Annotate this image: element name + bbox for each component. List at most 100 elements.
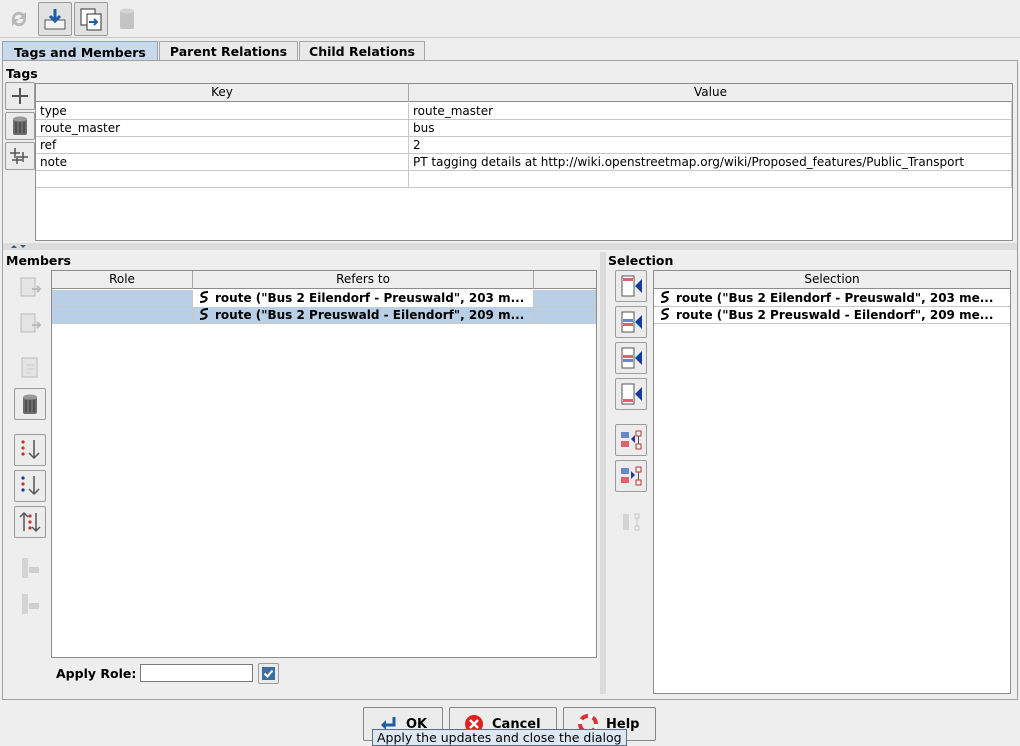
trash-icon bbox=[23, 394, 37, 414]
tag-value-cell[interactable] bbox=[409, 171, 1012, 188]
tab-child-relations[interactable]: Child Relations bbox=[299, 41, 425, 61]
download-save-icon bbox=[44, 9, 66, 30]
member-linkage-cell bbox=[534, 307, 596, 324]
download-member-icon bbox=[22, 594, 39, 614]
member-refers-cell[interactable]: route ("Bus 2 Eilendorf - Preuswald", 20… bbox=[193, 290, 534, 307]
apply-role-button[interactable] bbox=[258, 663, 279, 684]
selection-section-title: Selection bbox=[608, 253, 674, 268]
tags-table-header: Key Value bbox=[36, 84, 1012, 102]
checkmark-icon bbox=[262, 667, 275, 680]
add-at-end-icon bbox=[621, 383, 642, 405]
tag-value-cell[interactable]: bus bbox=[409, 120, 1012, 137]
member-linkage-cell bbox=[534, 290, 596, 307]
add-tag-button[interactable] bbox=[5, 82, 35, 110]
plus-icon bbox=[12, 88, 28, 104]
edit-member-button[interactable] bbox=[14, 352, 46, 384]
sort-below-button[interactable] bbox=[14, 470, 46, 502]
tags-section-title: Tags bbox=[6, 66, 38, 81]
sort-button[interactable] bbox=[14, 434, 46, 466]
tag-key-cell[interactable] bbox=[36, 171, 409, 188]
table-row[interactable]: type route_master bbox=[36, 103, 1012, 120]
tag-key-cell[interactable]: ref bbox=[36, 137, 409, 154]
add-selected-after-button[interactable] bbox=[615, 342, 647, 374]
download-selected-members-button[interactable] bbox=[14, 588, 46, 620]
column-linkage bbox=[534, 271, 596, 289]
relation-route-icon bbox=[660, 291, 670, 303]
duplicate-button[interactable] bbox=[74, 2, 108, 36]
column-refers-to: Refers to bbox=[193, 271, 534, 289]
add-before-icon bbox=[621, 311, 642, 333]
column-selection: Selection bbox=[804, 272, 860, 286]
delete-relation-button[interactable] bbox=[110, 2, 144, 36]
table-row[interactable]: ref 2 bbox=[36, 137, 1012, 154]
refresh-button[interactable] bbox=[2, 2, 36, 36]
paste-tags-button[interactable] bbox=[5, 142, 35, 170]
relation-route-icon bbox=[199, 308, 209, 320]
toolbar bbox=[0, 0, 1020, 38]
download-member-icon bbox=[22, 558, 39, 578]
gap-icon bbox=[623, 513, 640, 531]
tag-value-cell[interactable]: 2 bbox=[409, 137, 1012, 154]
zoom-to-gap-button[interactable] bbox=[615, 506, 647, 538]
tag-key-cell[interactable]: route_master bbox=[36, 120, 409, 137]
column-role: Role bbox=[52, 271, 193, 289]
table-row[interactable]: route_master bus bbox=[36, 120, 1012, 137]
select-primitives-icon bbox=[621, 466, 642, 486]
member-refers-cell[interactable]: route ("Bus 2 Preuswald - Eilendorf", 20… bbox=[193, 307, 534, 324]
members-table-header: Role Refers to bbox=[52, 271, 596, 289]
duplicate-icon bbox=[80, 8, 102, 31]
members-section-title: Members bbox=[6, 253, 71, 268]
selection-cell[interactable]: route ("Bus 2 Eilendorf - Preuswald", 20… bbox=[654, 290, 1010, 307]
tags-table: Key Value type route_master route_master… bbox=[35, 83, 1013, 241]
ok-tooltip: Apply the updates and close the dialog bbox=[372, 729, 627, 746]
selection-table: Selection route ("Bus 2 Eilendorf - Preu… bbox=[653, 270, 1011, 694]
refresh-icon bbox=[11, 11, 27, 27]
add-at-start-icon bbox=[621, 275, 642, 297]
members-table: Role Refers to route ("Bus 2 Eilendorf -… bbox=[51, 270, 597, 658]
reverse-button[interactable] bbox=[14, 506, 46, 538]
tag-value-cell[interactable]: PT tagging details at http://wiki.openst… bbox=[409, 154, 1012, 171]
member-role-cell[interactable] bbox=[52, 307, 193, 324]
table-row[interactable]: note PT tagging details at http://wiki.o… bbox=[36, 154, 1012, 171]
tab-tags-and-members[interactable]: Tags and Members bbox=[2, 41, 158, 62]
column-key: Key bbox=[36, 84, 409, 102]
tab-parent-relations[interactable]: Parent Relations bbox=[159, 41, 298, 61]
member-role-cell[interactable] bbox=[52, 290, 193, 307]
horizontal-splitter[interactable] bbox=[3, 243, 1017, 250]
trash-icon bbox=[13, 116, 27, 135]
selection-cell[interactable]: route ("Bus 2 Preuswald - Eilendorf", 20… bbox=[654, 307, 1010, 324]
select-members-icon bbox=[621, 430, 642, 450]
download-members-button[interactable] bbox=[14, 552, 46, 584]
collapse-arrows-icon bbox=[11, 245, 26, 248]
table-row-empty[interactable] bbox=[36, 171, 1012, 188]
select-primitives-button[interactable] bbox=[615, 460, 647, 492]
relation-route-icon bbox=[660, 308, 670, 320]
table-row[interactable]: route ("Bus 2 Eilendorf - Preuswald", 20… bbox=[52, 290, 596, 307]
apply-role-input[interactable] bbox=[140, 664, 253, 682]
add-selected-at-start-button[interactable] bbox=[615, 270, 647, 302]
trash-icon bbox=[120, 8, 134, 29]
apply-role-label: Apply Role: bbox=[56, 666, 137, 681]
sort-down-icon bbox=[21, 440, 40, 460]
table-row[interactable]: route ("Bus 2 Preuswald - Eilendorf", 20… bbox=[654, 307, 1010, 324]
remove-member-button[interactable] bbox=[14, 388, 46, 420]
sort-down-icon bbox=[21, 476, 40, 496]
add-selected-at-end-button[interactable] bbox=[615, 378, 647, 410]
table-row[interactable]: route ("Bus 2 Eilendorf - Preuswald", 20… bbox=[654, 290, 1010, 307]
add-selected-before-button[interactable] bbox=[615, 306, 647, 338]
delete-tag-button[interactable] bbox=[5, 112, 35, 140]
vertical-splitter[interactable] bbox=[600, 252, 606, 694]
tag-key-cell[interactable]: type bbox=[36, 103, 409, 120]
select-members-button[interactable] bbox=[615, 424, 647, 456]
selection-table-header: Selection bbox=[654, 271, 1010, 289]
multi-plus-icon bbox=[10, 148, 28, 164]
tag-value-cell[interactable]: route_master bbox=[409, 103, 1012, 120]
reverse-icon bbox=[19, 511, 41, 533]
edit-doc-icon bbox=[20, 277, 42, 297]
edit-doc-icon bbox=[21, 357, 38, 378]
move-up-button[interactable] bbox=[14, 272, 46, 304]
table-row[interactable]: route ("Bus 2 Preuswald - Eilendorf", 20… bbox=[52, 307, 596, 324]
move-down-button[interactable] bbox=[14, 308, 46, 340]
tag-key-cell[interactable]: note bbox=[36, 154, 409, 171]
apply-button[interactable] bbox=[38, 2, 72, 36]
